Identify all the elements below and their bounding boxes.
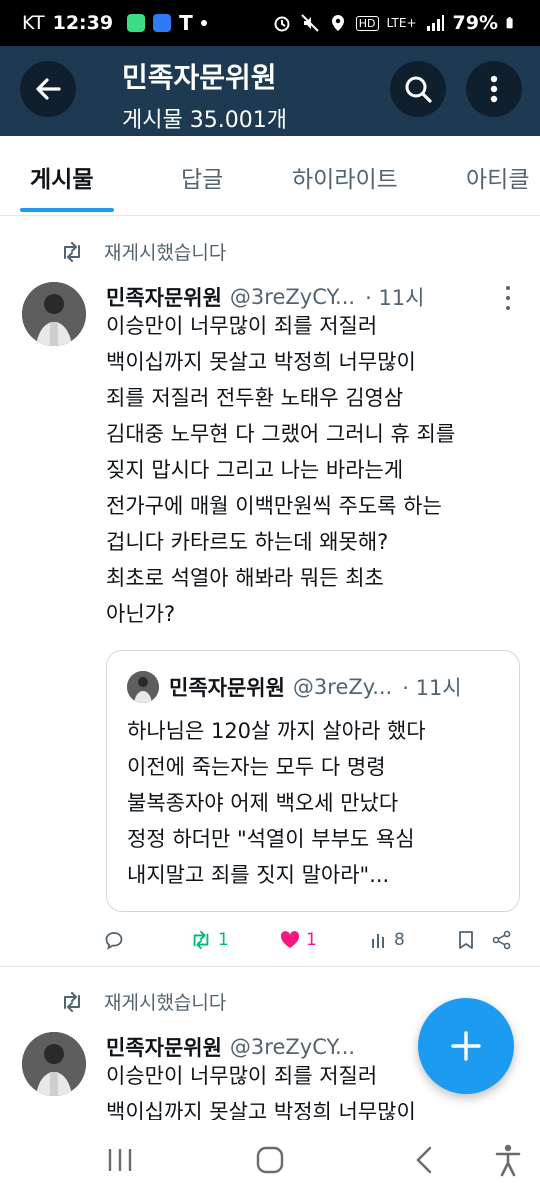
quoted-text-line: 내지말고 죄를 짓지 말아라"... [127,863,390,887]
quoted-text-line: 정정 하더만 "석열이 부부도 욕심 [127,827,415,851]
heart-filled-icon [280,931,300,948]
tweet-actions: 1 1 8 [0,922,540,962]
alarm-icon [274,16,290,32]
more-dot-icon [506,296,510,300]
accessibility-button[interactable] [488,1140,528,1180]
tab-replies[interactable]: 답글 [181,160,223,194]
tab-articles[interactable]: 아티클 [466,160,529,194]
more-vertical-icon [490,75,498,103]
repost-label: 재게시했습니다 [104,992,227,1014]
profile-name: 민족자문위원 [122,61,277,94]
home-button[interactable] [250,1140,290,1180]
active-tab-indicator [20,208,114,212]
tweet-text-line: 아닌가? [106,602,176,626]
tweet-text-line: 전가구에 매월 이백만원씩 주도록 하는 [106,494,442,518]
repost-icon [193,930,209,950]
home-icon [256,1146,284,1174]
quoted-author-handle: @3reZy... [292,675,393,699]
quoted-tweet-text: 하나님은 120살 까지 살아라 했다 이전에 죽는자는 모두 다 명령 불복종… [127,713,507,893]
battery-icon [506,17,513,29]
chevron-left-icon [416,1146,432,1174]
system-navigation-bar [0,1120,540,1200]
tweet-text-line: 백이십까지 못살고 박정희 너무많이 [106,350,416,374]
avatar-photo [22,1032,86,1096]
tweet-more-button[interactable] [500,286,516,310]
avatar[interactable] [22,1032,86,1096]
views-button[interactable]: 8 [370,930,405,950]
tweet-text-line: 겁니다 카타르도 하는데 왜못해? [106,530,389,554]
search-button[interactable] [390,61,446,117]
carrier-label: KT [22,12,45,34]
repost-indicator: 재게시했습니다 [60,988,226,1015]
quoted-tweet-header: 민족자문위원 @3reZy... · 11시 [127,671,462,703]
hd-icon: HD [355,15,379,31]
view-count: 8 [394,930,405,950]
more-notifications-icon [200,20,207,26]
share-button[interactable] [492,930,512,950]
tweet-text-line: 죄를 저질러 전두환 노태우 김영삼 [106,386,404,410]
messages-notification-icon [153,14,172,32]
quoted-tweet-time: · 11시 [402,676,462,700]
network-label: LTE+ [386,16,417,30]
analytics-icon [372,934,384,948]
quoted-text-line: 불복종자야 어제 백오세 만났다 [127,791,399,815]
share-icon [492,930,511,950]
bookmark-button[interactable] [458,930,474,950]
tab-highlights[interactable]: 하이라이트 [292,160,398,194]
tweet-text-line: 백이십까지 못살고 박정희 너무많이 [106,1100,416,1120]
repost-icon [64,991,80,1012]
quoted-text-line: 하나님은 120살 까지 살아라 했다 [127,719,426,743]
post-count: 게시물 35.001개 [122,108,287,133]
bookmark-icon [459,931,473,949]
reply-icon [105,932,123,950]
author-handle[interactable]: @3reZyCY... [230,285,355,309]
avatar[interactable] [22,282,86,346]
app-notification-icon [127,14,146,32]
back-nav-button[interactable] [404,1140,444,1180]
profile-tabs: 게시물 답글 하이라이트 아티클 [0,136,540,216]
avatar-photo [22,282,86,346]
quoted-tweet[interactable]: 민족자문위원 @3reZy... · 11시 하나님은 120살 까지 살아라 … [106,650,520,912]
tweet-divider [0,966,540,967]
status-bar: KT 12:39 T HD LTE+ 79% [0,0,540,46]
repost-button[interactable]: 1 [190,930,229,950]
tweet-text-line: 최초로 석열아 해봐라 뭐든 최초 [106,566,384,590]
repost-count: 1 [218,930,229,950]
recent-apps-button[interactable] [100,1140,140,1180]
t-notification-icon: T [179,11,193,35]
like-count: 1 [306,930,317,950]
battery-percent: 79% [452,12,498,34]
accessibility-icon [495,1144,521,1177]
like-button[interactable]: 1 [280,930,317,950]
arrow-left-icon [36,78,61,100]
tweet-text-line: 이승만이 너무많이 죄를 저질러 [106,314,378,338]
tweet-text-line: 김대중 노무현 다 그랬어 그러니 휴 죄를 [106,422,456,446]
back-button[interactable] [20,61,76,117]
quoted-author-name: 민족자문위원 [169,676,285,700]
profile-header: 민족자문위원 게시물 35.001개 [0,46,540,136]
repost-indicator: 재게시했습니다 [60,238,226,265]
quoted-text-line: 이전에 죽는자는 모두 다 명령 [127,755,386,779]
mute-icon [301,14,319,32]
recent-apps-icon [108,1149,132,1171]
reply-button[interactable] [104,930,124,950]
repost-icon [64,241,80,262]
quoted-avatar [127,671,159,703]
tab-posts[interactable]: 게시물 [30,160,93,194]
signal-icon [426,15,444,31]
more-dot-icon [506,286,510,290]
tweet-text: 이승만이 너무많이 죄를 저질러 백이십까지 못살고 박정희 너무많이 죄를 저… [106,308,526,632]
more-options-button[interactable] [466,61,522,117]
tweet-text-line: 짖지 맙시다 그리고 나는 바라는게 [106,458,404,482]
location-icon [331,15,344,31]
search-icon [405,76,432,103]
plus-icon [451,1031,481,1061]
repost-label: 재게시했습니다 [104,242,227,264]
compose-button[interactable] [418,998,514,1094]
clock: 12:39 [52,12,114,34]
author-handle[interactable]: @3reZyCY... [230,1035,355,1059]
